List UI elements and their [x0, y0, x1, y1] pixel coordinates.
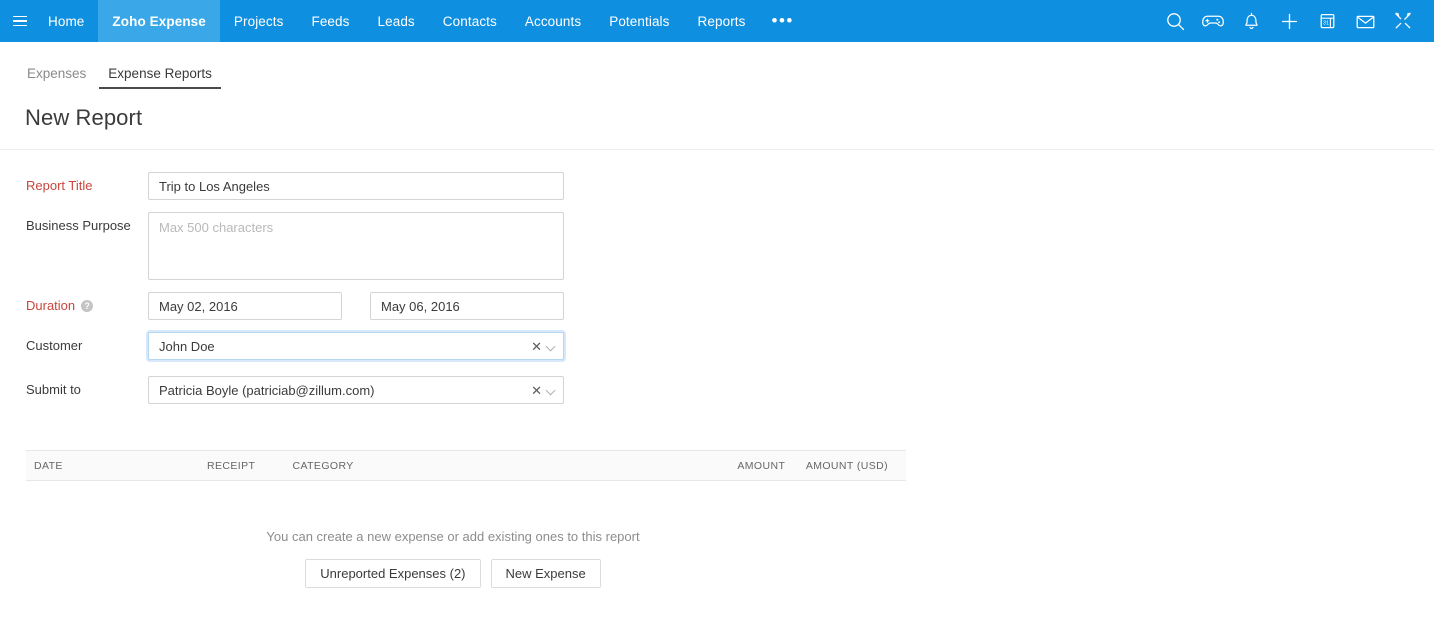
tab-expenses[interactable]: Expenses — [18, 66, 95, 89]
form-row-customer: Customer ✕ — [0, 332, 1434, 360]
customer-select-actions: ✕ — [531, 332, 556, 360]
empty-state-actions: Unreported Expenses (2) New Expense — [0, 559, 906, 588]
nav-item-leads[interactable]: Leads — [364, 0, 429, 42]
business-purpose-label: Business Purpose — [0, 212, 148, 240]
hamburger-menu-icon[interactable] — [0, 0, 34, 42]
submit-to-select[interactable]: ✕ — [148, 376, 564, 404]
empty-state: You can create a new expense or add exis… — [0, 529, 906, 588]
calendar-icon[interactable]: 31 — [1308, 0, 1346, 42]
column-header-date: DATE — [26, 451, 207, 481]
submit-to-label: Submit to — [0, 376, 148, 404]
svg-text:31: 31 — [1323, 20, 1329, 26]
customer-input[interactable] — [148, 332, 564, 360]
nav-item-zoho-expense[interactable]: Zoho Expense — [98, 0, 219, 42]
nav-left-group: Home Zoho Expense Projects Feeds Leads C… — [0, 0, 806, 42]
expense-table-header: DATE RECEIPT CATEGORY AMOUNT AMOUNT (USD… — [26, 451, 906, 481]
gamepad-icon[interactable] — [1194, 0, 1232, 42]
duration-label: Duration ? — [0, 292, 148, 320]
business-purpose-textarea[interactable] — [148, 212, 564, 280]
table-header-row: DATE RECEIPT CATEGORY AMOUNT AMOUNT (USD… — [26, 451, 906, 481]
page-header: New Report — [0, 89, 1434, 150]
duration-to-input[interactable] — [370, 292, 564, 320]
search-icon[interactable] — [1156, 0, 1194, 42]
nav-item-contacts[interactable]: Contacts — [429, 0, 511, 42]
form-row-business-purpose: Business Purpose — [0, 212, 1434, 280]
tools-icon[interactable] — [1384, 0, 1422, 42]
nav-item-accounts[interactable]: Accounts — [511, 0, 595, 42]
page-title: New Report — [25, 105, 1434, 131]
customer-select[interactable]: ✕ — [148, 332, 564, 360]
new-expense-button[interactable]: New Expense — [491, 559, 601, 588]
tab-expense-reports[interactable]: Expense Reports — [99, 66, 221, 89]
form-row-submit-to: Submit to ✕ — [0, 376, 1434, 404]
submit-to-select-actions: ✕ — [531, 376, 556, 404]
expense-table-container: DATE RECEIPT CATEGORY AMOUNT AMOUNT (USD… — [26, 450, 906, 481]
nav-item-potentials[interactable]: Potentials — [595, 0, 683, 42]
submit-to-input[interactable] — [148, 376, 564, 404]
bell-icon[interactable] — [1232, 0, 1270, 42]
unreported-expenses-button[interactable]: Unreported Expenses (2) — [305, 559, 480, 588]
nav-item-more[interactable]: ••• — [760, 0, 806, 42]
expense-table: DATE RECEIPT CATEGORY AMOUNT AMOUNT (USD… — [26, 450, 906, 481]
submit-to-chevron-down-icon[interactable] — [547, 386, 556, 395]
column-header-amount-usd: AMOUNT (USD) — [785, 451, 906, 481]
sub-tab-bar: Expenses Expense Reports — [0, 49, 1434, 89]
submit-to-clear-icon[interactable]: ✕ — [531, 384, 542, 397]
top-navigation-bar: Home Zoho Expense Projects Feeds Leads C… — [0, 0, 1434, 42]
plus-icon[interactable] — [1270, 0, 1308, 42]
help-icon[interactable]: ? — [81, 300, 93, 312]
nav-item-reports[interactable]: Reports — [684, 0, 760, 42]
nav-right-icon-group: 31 — [1156, 0, 1434, 42]
customer-label: Customer — [0, 332, 148, 360]
form-row-report-title: Report Title — [0, 172, 1434, 200]
nav-item-feeds[interactable]: Feeds — [297, 0, 363, 42]
empty-state-message: You can create a new expense or add exis… — [0, 529, 906, 544]
envelope-icon[interactable] — [1346, 0, 1384, 42]
duration-label-text: Duration — [26, 292, 75, 320]
form-row-duration: Duration ? — [0, 292, 1434, 320]
report-title-input[interactable] — [148, 172, 564, 200]
report-title-label: Report Title — [0, 172, 148, 200]
nav-item-projects[interactable]: Projects — [220, 0, 298, 42]
column-header-receipt: RECEIPT — [207, 451, 292, 481]
column-header-category: CATEGORY — [293, 451, 675, 481]
duration-from-input[interactable] — [148, 292, 342, 320]
customer-chevron-down-icon[interactable] — [547, 342, 556, 351]
customer-clear-icon[interactable]: ✕ — [531, 340, 542, 353]
column-header-amount: AMOUNT — [675, 451, 786, 481]
nav-item-home[interactable]: Home — [34, 0, 98, 42]
new-report-form: Report Title Business Purpose Duration ?… — [0, 150, 1434, 404]
